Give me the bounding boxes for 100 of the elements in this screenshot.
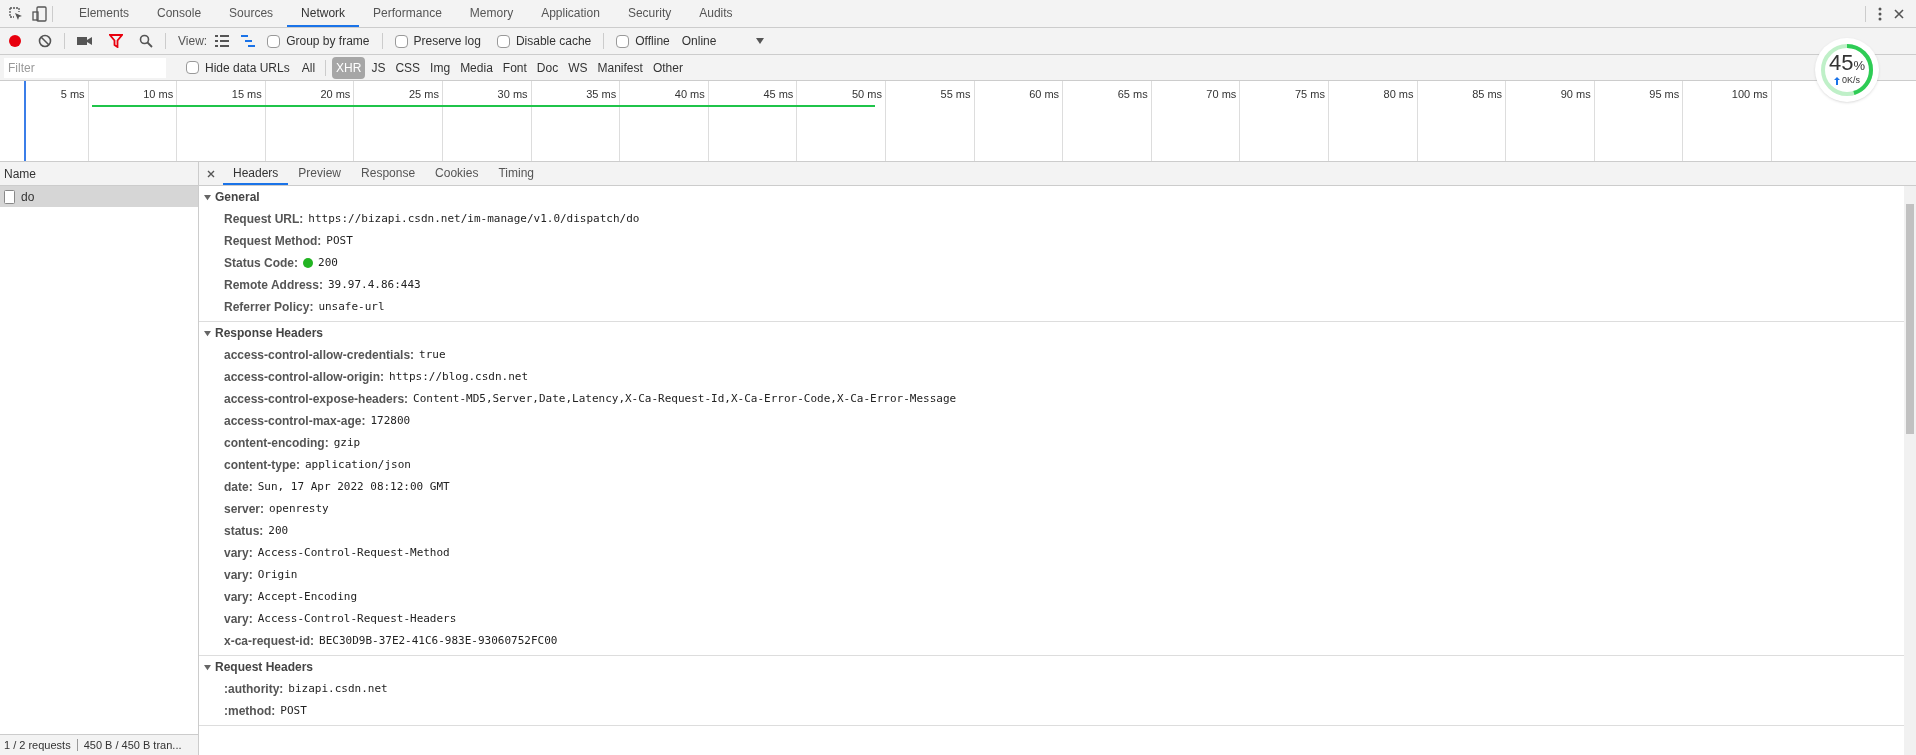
header-name: Referrer Policy: (224, 299, 314, 316)
header-value: 172800 (370, 412, 411, 429)
panel-tab[interactable]: Application (527, 0, 614, 27)
checkbox[interactable]: Disable cache (496, 32, 592, 50)
type-filter[interactable]: JS (367, 56, 390, 79)
detail-tab[interactable]: Headers (223, 162, 289, 185)
close-icon[interactable] (1894, 8, 1904, 19)
panel-tab[interactable]: Security (613, 0, 686, 27)
scrollbar[interactable] (1904, 186, 1916, 755)
time-tick: 15 ms (231, 87, 263, 102)
checkbox[interactable]: Preserve log (394, 32, 481, 50)
header-name: :authority: (224, 681, 284, 698)
column-header[interactable]: Name (0, 162, 198, 186)
type-filter[interactable]: WS (564, 56, 592, 79)
upload-arrow-icon (1834, 77, 1840, 85)
section-header[interactable]: Request Headers (199, 656, 319, 678)
panel-tab[interactable]: Elements (65, 0, 144, 27)
waterfall-view-icon[interactable] (241, 35, 256, 47)
header-value: Access-Control-Request-Method (257, 544, 450, 561)
time-tick: 45 ms (763, 87, 795, 102)
header-name: x-ca-request-id: (224, 633, 315, 650)
request-count: 1 / 2 requests (4, 737, 71, 753)
type-filter[interactable]: All (297, 56, 320, 79)
header-name: vary: (224, 545, 253, 562)
device-icon[interactable] (32, 5, 48, 22)
type-filter[interactable]: Media (456, 56, 497, 79)
view-label: View: (178, 33, 208, 50)
section-header[interactable]: Response Headers (199, 322, 329, 344)
inspect-icon[interactable] (8, 5, 24, 22)
time-tick: 55 ms (940, 87, 972, 102)
header-value: 200 (268, 522, 289, 539)
header-name: Request URL: (224, 211, 304, 228)
type-filter[interactable]: Other (648, 56, 687, 79)
list-view-icon[interactable] (215, 35, 230, 47)
disclosure-triangle-icon (204, 329, 211, 337)
header-value: POST (280, 702, 307, 719)
record-icon[interactable] (8, 34, 22, 48)
time-tick: 50 ms (851, 87, 883, 102)
time-tick: 75 ms (1294, 87, 1326, 102)
disclosure-triangle-icon (204, 193, 211, 201)
time-tick: 35 ms (586, 87, 618, 102)
type-filter[interactable]: Doc (532, 56, 563, 79)
detail-tab[interactable]: Timing (488, 162, 544, 185)
detail-tab[interactable]: Cookies (425, 162, 489, 185)
throttling-select[interactable]: Online (681, 32, 765, 50)
header-value: true (419, 346, 446, 363)
clear-icon[interactable] (38, 34, 52, 48)
header-name: Remote Address: (224, 277, 323, 294)
request-row[interactable]: do (0, 186, 198, 207)
time-tick: 90 ms (1560, 87, 1592, 102)
header-value: unsafe-url (318, 298, 385, 315)
more-icon[interactable] (1878, 6, 1882, 21)
checkbox[interactable]: Group by frame (267, 32, 370, 50)
time-tick: 10 ms (143, 87, 175, 102)
header-name: vary: (224, 589, 253, 606)
header-name: access-control-allow-credentials: (224, 347, 415, 364)
time-tick: 30 ms (497, 87, 529, 102)
checkbox[interactable]: Hide data URLs (186, 58, 290, 77)
type-filter[interactable]: CSS (391, 56, 425, 79)
panel-tab[interactable]: Sources (215, 0, 288, 27)
type-filter[interactable]: Manifest (593, 56, 647, 79)
close-icon[interactable] (207, 169, 215, 178)
header-value: 39.97.4.86:443 (327, 276, 421, 293)
disclosure-triangle-icon (204, 663, 211, 671)
header-value: https://bizapi.csdn.net/im-manage/v1.0/dispatch/do (308, 210, 640, 227)
panel-tab[interactable]: Audits (685, 0, 747, 27)
document-icon (4, 189, 15, 204)
camera-icon[interactable] (77, 35, 93, 47)
header-value: Content-MD5,Server,Date,Latency,X-Ca-Request-Id,X-Ca-Error-Code,X-Ca-Error-Message (413, 390, 957, 407)
detail-tab[interactable]: Response (351, 162, 426, 185)
time-tick: 70 ms (1206, 87, 1238, 102)
header-name: content-encoding: (224, 435, 329, 452)
search-icon[interactable] (139, 34, 153, 48)
header-value: POST (326, 232, 353, 249)
header-name: access-control-expose-headers: (224, 391, 409, 408)
header-value: Origin (257, 566, 298, 583)
filter-icon[interactable] (109, 34, 123, 48)
time-tick: 65 ms (1117, 87, 1149, 102)
percent-reading: 45% (1828, 52, 1865, 75)
type-filter[interactable]: Img (426, 56, 455, 79)
header-name: content-type: (224, 457, 300, 474)
header-name: :method: (224, 703, 276, 720)
checkbox[interactable]: Offline (616, 32, 670, 50)
panel-tab[interactable]: Console (143, 0, 216, 27)
header-value: Access-Control-Request-Headers (257, 610, 457, 627)
time-tick: 85 ms (1472, 87, 1504, 102)
panel-tab[interactable]: Performance (359, 0, 456, 27)
header-name: access-control-max-age: (224, 413, 366, 430)
header-value: application/json (305, 456, 411, 473)
header-name: vary: (224, 567, 253, 584)
panel-tab[interactable]: Memory (455, 0, 528, 27)
type-filter[interactable]: Font (498, 56, 531, 79)
filter-field[interactable]: Filter (4, 57, 166, 78)
section-header[interactable]: General (199, 186, 265, 208)
dropdown-caret-icon (756, 38, 765, 44)
header-name: Request Method: (224, 233, 322, 250)
time-tick: 40 ms (674, 87, 706, 102)
header-value: BEC30D9B-37E2-41C6-983E-93060752FC00 (319, 632, 558, 649)
time-tick: 25 ms (409, 87, 440, 102)
detail-tab[interactable]: Preview (288, 162, 352, 185)
